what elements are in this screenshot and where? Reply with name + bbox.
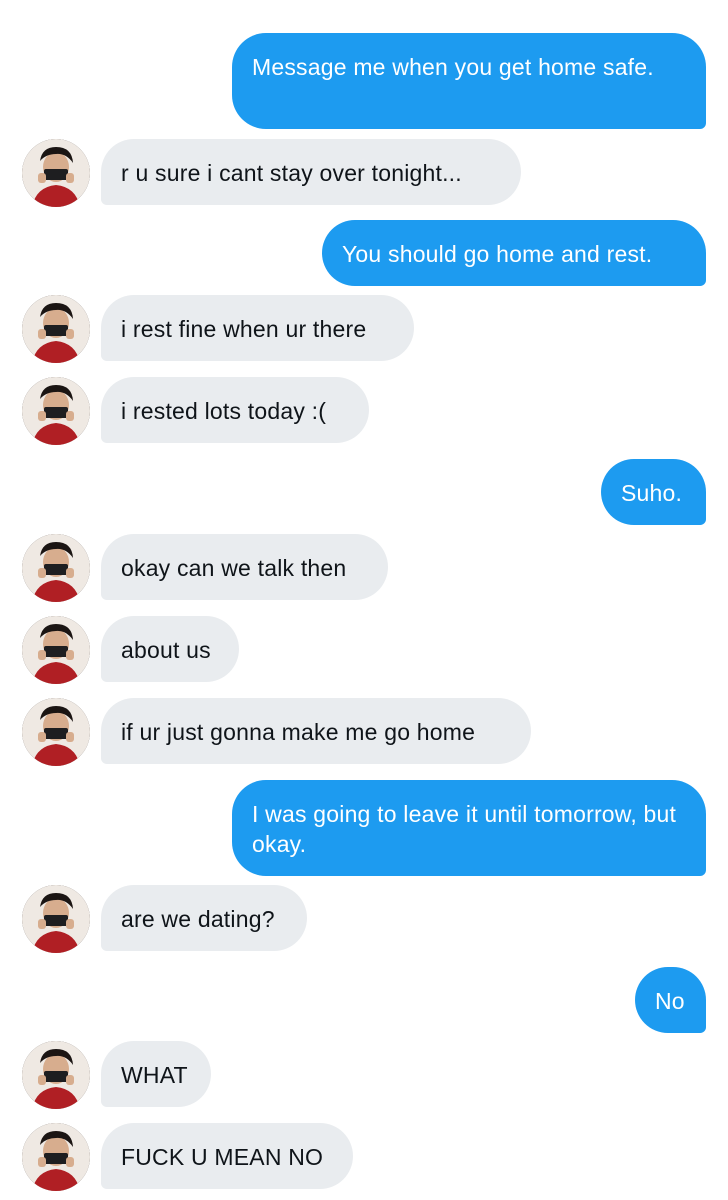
contact-avatar-icon	[22, 885, 90, 953]
message-text: No	[655, 988, 685, 1014]
outgoing-message-bubble[interactable]: Message me when you get home safe.	[232, 33, 706, 129]
message-text: i rested lots today :(	[121, 398, 327, 424]
contact-avatar-icon	[22, 295, 90, 363]
message-text: if ur just gonna make me go home	[121, 719, 476, 745]
incoming-message-bubble[interactable]: i rest fine when ur there	[101, 295, 414, 361]
message-text: Suho.	[621, 480, 683, 506]
message-text: Message me when you get home safe.	[252, 54, 654, 80]
message-text: are we dating?	[121, 906, 275, 932]
incoming-message-bubble[interactable]: r u sure i cant stay over tonight...	[101, 139, 521, 205]
incoming-message-bubble[interactable]: i rested lots today :(	[101, 377, 369, 443]
contact-avatar[interactable]	[22, 698, 90, 766]
outgoing-message-bubble[interactable]: You should go home and rest.	[322, 220, 706, 286]
contact-avatar[interactable]	[22, 377, 90, 445]
contact-avatar[interactable]	[22, 616, 90, 684]
contact-avatar-icon	[22, 698, 90, 766]
message-text: You should go home and rest.	[342, 241, 653, 267]
contact-avatar-icon	[22, 1041, 90, 1109]
message-text: i rest fine when ur there	[121, 316, 367, 342]
contact-avatar[interactable]	[22, 1041, 90, 1109]
message-text: FUCK U MEAN NO	[121, 1144, 324, 1170]
contact-avatar-icon	[22, 139, 90, 207]
incoming-message-bubble[interactable]: WHAT	[101, 1041, 211, 1107]
incoming-message-bubble[interactable]: are we dating?	[101, 885, 307, 951]
contact-avatar-icon	[22, 377, 90, 445]
outgoing-message-bubble[interactable]: Suho.	[601, 459, 706, 525]
contact-avatar-icon	[22, 1123, 90, 1191]
incoming-message-bubble[interactable]: okay can we talk then	[101, 534, 388, 600]
contact-avatar[interactable]	[22, 534, 90, 602]
contact-avatar[interactable]	[22, 139, 90, 207]
contact-avatar-icon	[22, 534, 90, 602]
incoming-message-bubble[interactable]: if ur just gonna make me go home	[101, 698, 531, 764]
contact-avatar-icon	[22, 616, 90, 684]
incoming-message-bubble[interactable]: FUCK U MEAN NO	[101, 1123, 353, 1189]
contact-avatar[interactable]	[22, 295, 90, 363]
message-text: okay can we talk then	[121, 555, 347, 581]
outgoing-message-bubble[interactable]: No	[635, 967, 706, 1033]
outgoing-message-bubble[interactable]: I was going to leave it until tomorrow, …	[232, 780, 706, 876]
incoming-message-bubble[interactable]: about us	[101, 616, 239, 682]
message-text: I was going to leave it until tomorrow, …	[252, 801, 677, 857]
message-text: about us	[121, 637, 211, 663]
message-thread: Message me when you get home safe. r u s…	[0, 0, 728, 1200]
message-text: WHAT	[121, 1062, 188, 1088]
contact-avatar[interactable]	[22, 885, 90, 953]
contact-avatar[interactable]	[22, 1123, 90, 1191]
message-text: r u sure i cant stay over tonight...	[121, 160, 462, 186]
